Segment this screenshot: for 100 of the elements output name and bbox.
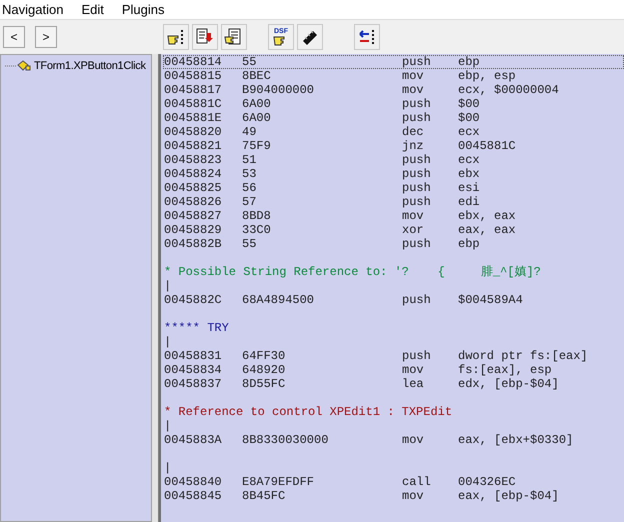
- mnemonic-cell-text: push: [402, 195, 432, 209]
- operand-cell: ebx: [458, 167, 480, 181]
- operand-cell: 0045881C: [458, 139, 516, 153]
- opcode-bytes-cell-text: 55: [242, 55, 258, 69]
- operand-cell: dword ptr fs:[eax]: [458, 349, 588, 363]
- operand-cell: 004326EC: [458, 475, 516, 489]
- address-cell-text: 00458824: [164, 167, 223, 181]
- operand-cell: $004589A4: [458, 293, 523, 307]
- address-cell-text: 00458840: [164, 475, 223, 489]
- flow-marker: |: [164, 335, 172, 349]
- menu-item[interactable]: Plugins: [122, 0, 164, 20]
- opcode-bytes-cell-text: 75F9: [242, 139, 272, 153]
- mnemonic-cell-text: push: [402, 181, 432, 195]
- opcode-bytes-cell-text: 56: [242, 181, 258, 195]
- listing-comment: ***** TRY: [164, 321, 229, 335]
- forward-button[interactable]: >: [35, 26, 57, 48]
- mnemonic-cell-text: push: [402, 153, 432, 167]
- mnemonic-cell-text: mov: [402, 363, 425, 377]
- operand-cell: fs:[eax], esp: [458, 363, 552, 377]
- opcode-bytes-cell-text: 68A4894500: [242, 293, 316, 307]
- mnemonic-cell-text: xor: [402, 223, 425, 237]
- menu-item[interactable]: Edit: [81, 0, 104, 20]
- address-cell-text: 00458827: [164, 209, 223, 223]
- mnemonic-cell-text: mov: [402, 83, 425, 97]
- mnemonic-cell-text: call: [402, 475, 432, 489]
- operand-cell: eax, [ebx+$0330]: [458, 433, 574, 447]
- operand-cell: eax, [ebp-$04]: [458, 489, 559, 503]
- mnemonic-cell-text: dec: [402, 125, 425, 139]
- address-cell-text: 0045881C: [164, 97, 223, 111]
- toolbar-button[interactable]: [354, 24, 380, 50]
- mnemonic-cell-text: push: [402, 167, 432, 181]
- mnemonic-cell-text: push: [402, 349, 432, 363]
- opcode-bytes-cell-text: 8BEC: [242, 69, 272, 83]
- opcode-bytes-cell-text: 49: [242, 125, 258, 139]
- address-cell-text: 00458826: [164, 195, 223, 209]
- address-cell-text: 00458815: [164, 69, 223, 83]
- opcode-bytes-cell-text: 6A00: [242, 111, 272, 125]
- mnemonic-cell-text: mov: [402, 489, 425, 503]
- operand-cell: ecx: [458, 125, 480, 139]
- opcode-bytes-cell-text: 648920: [242, 363, 286, 377]
- address-cell-text: 0045881E: [164, 111, 223, 125]
- mnemonic-cell-text: push: [402, 293, 432, 307]
- operand-cell: edx, [ebp-$04]: [458, 377, 559, 391]
- toolbar-button[interactable]: [192, 24, 218, 50]
- opcode-bytes-cell-text: E8A79EFDFF: [242, 475, 316, 489]
- mnemonic-cell-text: push: [402, 97, 432, 111]
- address-cell-text: 0045882C: [164, 293, 223, 307]
- tree-item[interactable]: TForm1.XPButton1Click: [34, 58, 146, 74]
- mnemonic-cell-text: lea: [402, 377, 425, 391]
- toolbar-button[interactable]: [297, 24, 323, 50]
- tree-connector-icon: [5, 65, 17, 67]
- address-cell-text: 00458837: [164, 377, 223, 391]
- operand-cell: ecx: [458, 153, 480, 167]
- operand-cell: ebp: [458, 55, 480, 69]
- opcode-bytes-cell-text: 8B8330030000: [242, 433, 330, 447]
- flow-marker: |: [164, 461, 172, 475]
- opcode-bytes-cell-text: 53: [242, 167, 258, 181]
- procedure-icon: [17, 60, 31, 72]
- opcode-bytes-cell-text: B904000000: [242, 83, 316, 97]
- mnemonic-cell-text: push: [402, 55, 432, 69]
- address-cell-text: 00458845: [164, 489, 223, 503]
- mnemonic-cell-text: mov: [402, 433, 425, 447]
- pointing-hand-icon: [166, 28, 186, 46]
- flow-marker: |: [164, 279, 172, 293]
- operand-cell: esi: [458, 181, 480, 195]
- operand-cell: eax, eax: [458, 223, 516, 237]
- opcode-bytes-cell-text: 55: [242, 237, 258, 251]
- opcode-bytes-cell-text: 57: [242, 195, 258, 209]
- address-cell-text: 0045882B: [164, 237, 223, 251]
- opcode-bytes-cell-text: 64FF30: [242, 349, 286, 363]
- mnemonic-cell-text: mov: [402, 209, 425, 223]
- mnemonic-cell-text: jnz: [402, 139, 425, 153]
- opcode-bytes-cell-text: 51: [242, 153, 258, 167]
- document-arrow-icon: [195, 28, 215, 46]
- mnemonic-cell-text: push: [402, 111, 432, 125]
- opcode-bytes-cell-text: 8B45FC: [242, 489, 286, 503]
- address-cell-text: 00458814: [164, 55, 223, 69]
- opcode-bytes-cell-text: 6A00: [242, 97, 272, 111]
- opcode-bytes-cell-text: 8D55FC: [242, 377, 286, 391]
- operand-cell: $00: [458, 97, 480, 111]
- toolbar-button[interactable]: [163, 24, 189, 50]
- operand-cell: edi: [458, 195, 480, 209]
- operand-cell: ebp: [458, 237, 480, 251]
- listing-comment: * Possible String Reference to: '? { 腓_^[嫃]?: [164, 265, 541, 279]
- operand-cell: $00: [458, 111, 480, 125]
- address-cell-text: 00458823: [164, 153, 223, 167]
- address-cell-text: 00458821: [164, 139, 223, 153]
- address-cell-text: 00458820: [164, 125, 223, 139]
- address-cell-text: 0045883A: [164, 433, 223, 447]
- back-button[interactable]: <: [3, 26, 25, 48]
- address-cell-text: 00458829: [164, 223, 223, 237]
- menu-item[interactable]: Navigation: [2, 0, 64, 20]
- address-cell-text: 00458831: [164, 349, 223, 363]
- address-cell-text: 00458825: [164, 181, 223, 195]
- mnemonic-cell-text: mov: [402, 69, 425, 83]
- address-cell-text: 00458817: [164, 83, 223, 97]
- arrows-icon: [357, 28, 377, 46]
- opcode-bytes-cell-text: 8BD8: [242, 209, 272, 223]
- opcode-bytes-cell-text: 33C0: [242, 223, 272, 237]
- toolbar-button[interactable]: [221, 24, 247, 50]
